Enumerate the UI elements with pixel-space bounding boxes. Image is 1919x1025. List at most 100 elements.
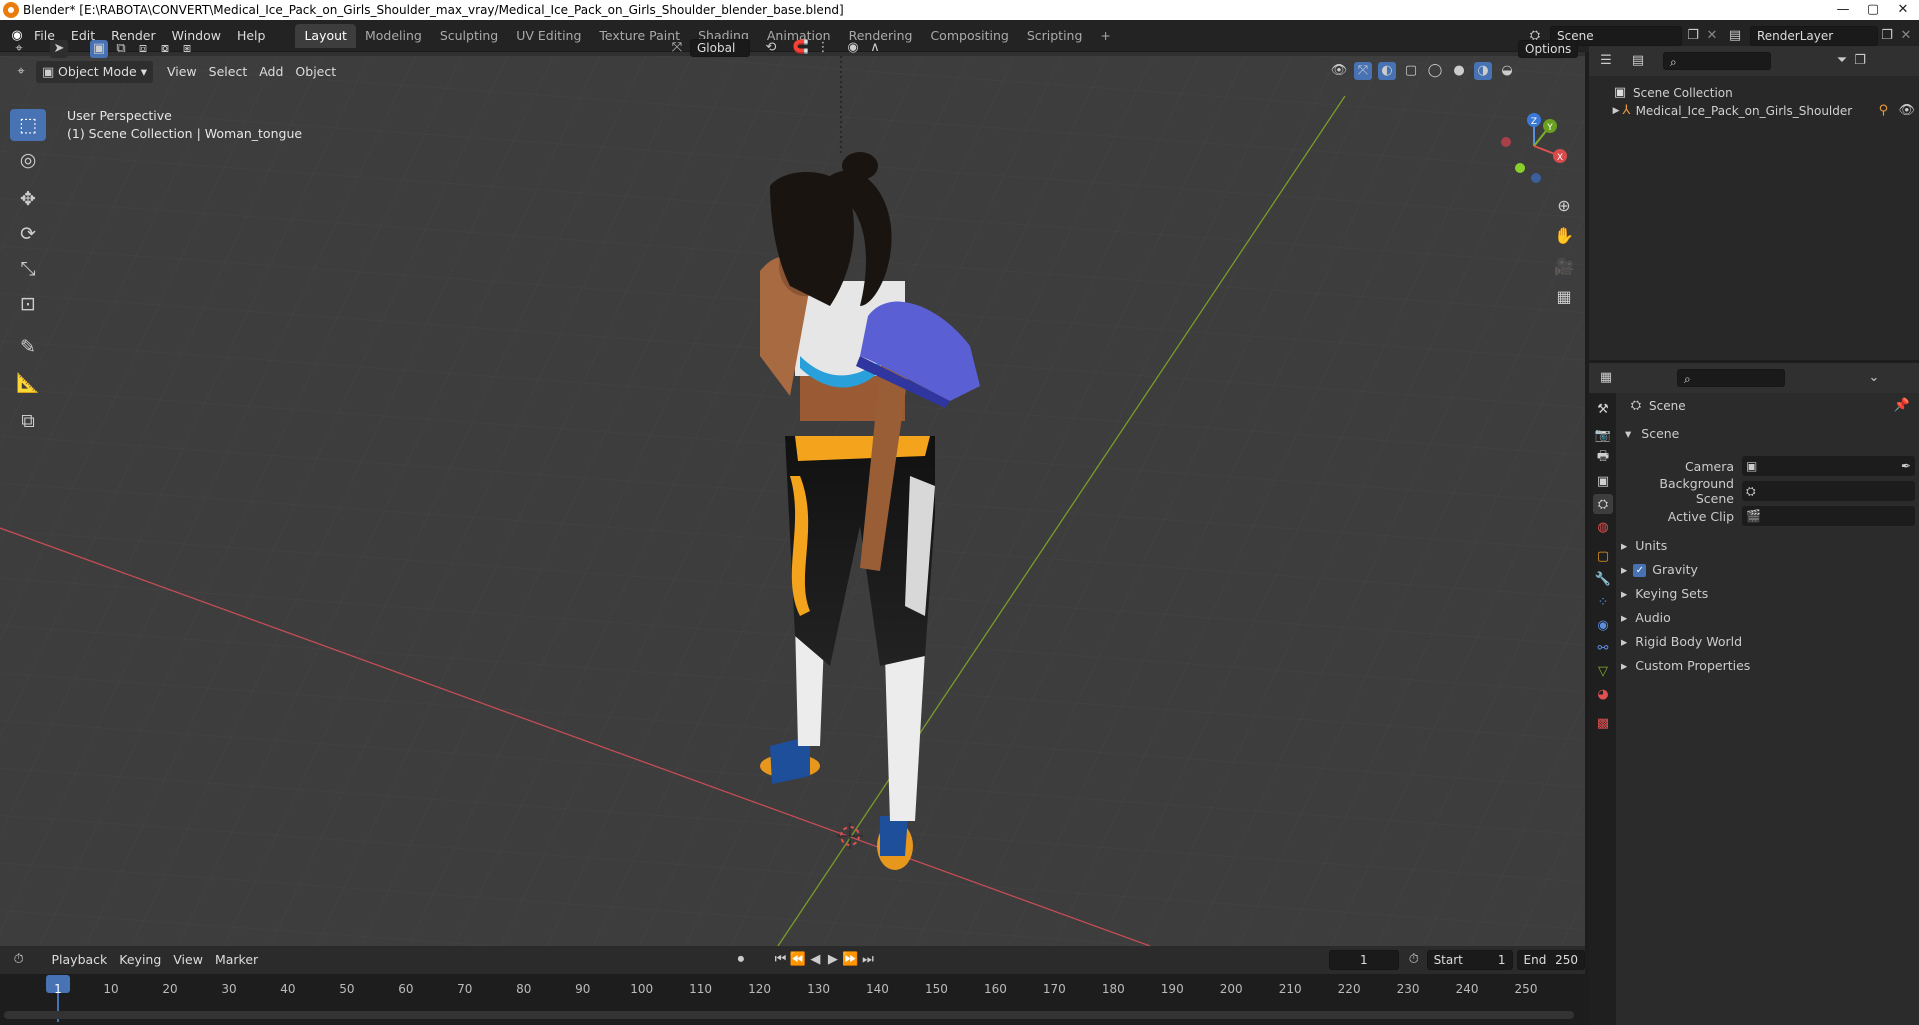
scene-panel-header[interactable]: ▾ Scene [1625,423,1679,445]
wireframe-shading-icon[interactable]: ◯ [1426,62,1444,80]
output-tab[interactable]: 🖶 [1593,448,1613,468]
move-tool[interactable]: ✥ [10,183,46,215]
eye-visibility-icon[interactable]: 👁 [1898,102,1915,120]
tab-sculpting[interactable]: Sculpting [431,24,507,48]
scene-tab[interactable]: ⛭ [1593,494,1613,514]
overlay-toggle-icon[interactable]: ◐ [1378,62,1396,80]
gravity-checkbox[interactable]: ✓ [1633,563,1647,577]
active-clip-field[interactable]: 🎬 [1742,506,1915,526]
chevron-down-icon[interactable]: ⌄ [1865,369,1883,387]
rendered-shading-icon[interactable]: ◒ [1498,62,1516,80]
tab-compositing[interactable]: Compositing [921,24,1017,48]
timeline-editor-icon[interactable]: ⏱ [10,951,28,969]
background-scene-field[interactable]: ⛭ [1742,481,1915,501]
rigid-body-world-section[interactable]: ▸ Rigid Body World [1621,631,1742,653]
visibility-icon[interactable]: 👁 [1330,62,1348,80]
play-icon[interactable]: ▶ [824,951,842,969]
eyedropper-icon[interactable]: ✒ [1901,459,1911,473]
tool-settings-editor-icon[interactable]: ⌖ [10,40,28,58]
select-subtract-icon[interactable]: ⧈ [134,40,152,58]
menu-timeline-view[interactable]: View [167,949,209,971]
menu-select[interactable]: Select [203,61,254,83]
expand-arrow-icon[interactable]: ▶ [1611,102,1621,120]
transform-orientation-selector[interactable]: Global [690,39,750,57]
rotate-tool[interactable]: ⟳ [10,218,46,250]
menu-object[interactable]: Object [289,61,342,83]
options-button[interactable]: Options [1518,40,1578,58]
pan-button[interactable]: ✋ [1551,222,1577,248]
material-tab[interactable]: ◕ [1593,684,1613,704]
outliner-root-row[interactable]: ▣ Scene Collection [1611,84,1733,102]
delete-renderlayer-icon[interactable]: ✕ [1897,27,1915,45]
new-renderlayer-icon[interactable]: ❐ [1878,27,1896,45]
material-shading-icon[interactable]: ◑ [1474,62,1492,80]
menu-keying[interactable]: Keying [113,949,167,971]
select-extend-icon[interactable]: ⧉ [112,40,130,58]
editor-type-icon[interactable]: ⌖ [12,63,30,81]
pin-icon[interactable]: 📌 [1893,397,1911,415]
measure-tool[interactable]: 📐 [10,366,46,398]
3d-viewport[interactable]: ⌖ ▣ Object Mode ▾ View Select Add Object… [0,56,1585,946]
zoom-button[interactable]: ⊕ [1551,192,1577,218]
snap-target-icon[interactable]: ⋮ [814,39,832,57]
delete-scene-icon[interactable]: ✕ [1703,27,1721,45]
add-workspace-button[interactable]: + [1091,24,1119,48]
next-keyframe-icon[interactable]: ⏩ [842,951,860,969]
gravity-section[interactable]: ▸ ✓ Gravity [1621,559,1698,581]
particles-tab[interactable]: ⁘ [1593,592,1613,612]
select-difference-icon[interactable]: ⧇ [156,40,174,58]
xray-icon[interactable]: ▢ [1402,62,1420,80]
data-tab[interactable]: ▽ [1593,661,1613,681]
tab-scripting[interactable]: Scripting [1018,24,1092,48]
start-frame-field[interactable]: Start 1 [1426,950,1513,970]
properties-search-input[interactable]: ⌕ [1677,369,1785,387]
solid-shading-icon[interactable]: ● [1450,62,1468,80]
keying-sets-section[interactable]: ▸ Keying Sets [1621,583,1708,605]
pivot-icon[interactable]: ⟲ [762,39,780,57]
add-cube-tool[interactable]: ⧉ [10,405,46,437]
timeline-scrollbar[interactable] [4,1011,1574,1019]
falloff-icon[interactable]: ∧ [866,39,884,57]
new-scene-icon[interactable]: ❐ [1684,27,1702,45]
close-button[interactable]: ✕ [1888,0,1918,20]
tab-layout[interactable]: Layout [295,24,356,48]
scale-tool[interactable]: ⤡ [10,253,46,285]
play-reverse-icon[interactable]: ◀ [807,951,825,969]
modifier-tab[interactable]: 🔧 [1593,569,1613,589]
transform-tool[interactable]: ⊡ [10,288,46,320]
units-section[interactable]: ▸ Units [1621,535,1667,557]
constraints-tab[interactable]: ⚯ [1593,638,1613,658]
display-mode-icon[interactable]: ▤ [1629,52,1647,70]
menu-marker[interactable]: Marker [209,949,264,971]
tab-uv-editing[interactable]: UV Editing [507,24,590,48]
select-tool-icon[interactable]: ➤ [50,40,68,58]
tool-tab[interactable]: ⚒ [1593,399,1613,419]
outliner-item-row[interactable]: ▶ ⅄ Medical_Ice_Pack_on_Girls_Shoulder ⚲… [1611,102,1915,120]
end-frame-field[interactable]: End 250 [1516,950,1585,970]
tab-modeling[interactable]: Modeling [356,24,431,48]
physics-tab[interactable]: ◉ [1593,615,1613,635]
jump-end-icon[interactable]: ⏭ [859,951,877,969]
snap-icon[interactable]: 🧲 [792,39,810,57]
menu-view[interactable]: View [161,61,203,83]
object-tab[interactable]: ▢ [1593,546,1613,566]
jump-start-icon[interactable]: ⏮ [772,951,790,969]
outliner-search-input[interactable]: ⌕ [1663,52,1771,70]
custom-properties-section[interactable]: ▸ Custom Properties [1621,655,1750,677]
gizmo-toggle-icon[interactable]: ⤧ [1354,62,1372,80]
stopwatch-icon[interactable]: ⏱ [1405,951,1423,969]
maximize-button[interactable]: ▢ [1858,0,1888,20]
camera-view-button[interactable]: 🎥 [1551,253,1577,279]
current-frame-field[interactable]: 1 [1328,950,1400,970]
annotate-tool[interactable]: ✎ [10,331,46,363]
minimize-button[interactable]: — [1828,0,1858,20]
proportional-edit-icon[interactable]: ◉ [844,39,862,57]
render-tab[interactable]: 📷 [1593,425,1613,445]
prev-keyframe-icon[interactable]: ⏪ [789,951,807,969]
audio-section[interactable]: ▸ Audio [1621,607,1671,629]
record-icon[interactable]: ⏺ [732,951,750,969]
view-layer-tab[interactable]: ▣ [1593,471,1613,491]
select-box-tool[interactable]: ⬚ [10,109,46,141]
select-intersect-icon[interactable]: ⧆ [178,40,196,58]
filter-icon[interactable]: ⏷ [1833,52,1851,70]
